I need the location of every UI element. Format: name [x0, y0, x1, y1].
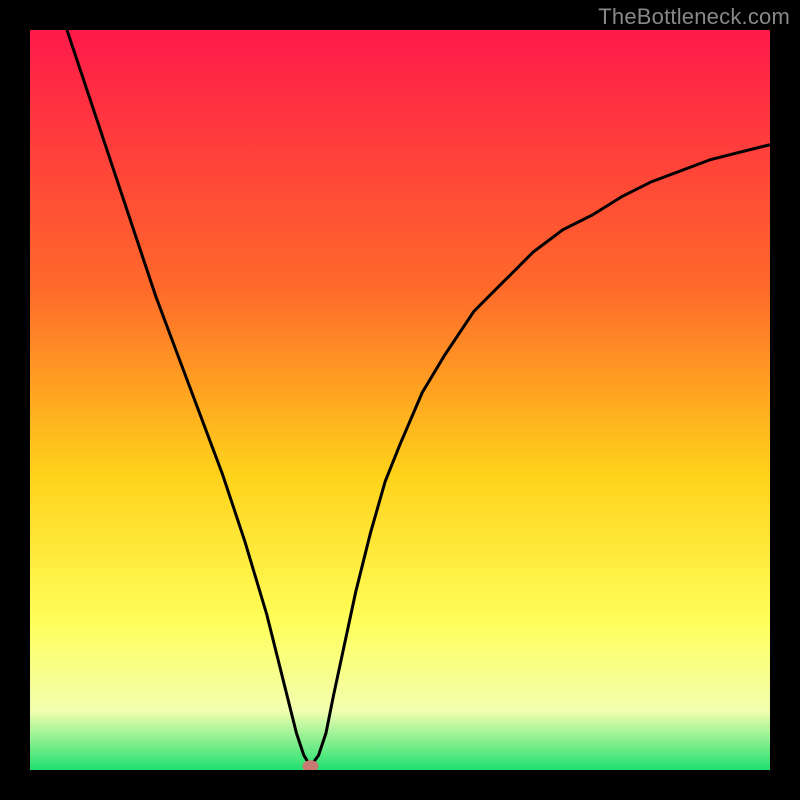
bottleneck-chart — [30, 30, 770, 770]
watermark-text: TheBottleneck.com — [598, 4, 790, 30]
gradient-background — [30, 30, 770, 770]
plot-area — [30, 30, 770, 770]
chart-frame: TheBottleneck.com — [0, 0, 800, 800]
